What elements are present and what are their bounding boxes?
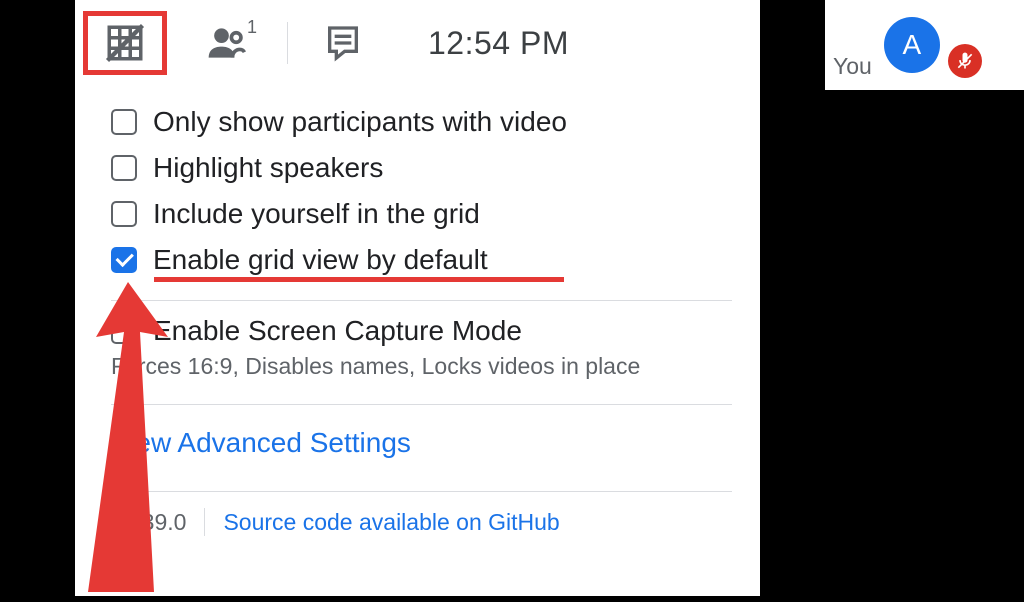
checkbox[interactable]	[111, 155, 137, 181]
participant-count: 1	[247, 17, 257, 38]
option-label: Enable Screen Capture Mode	[153, 315, 522, 347]
settings-panel: 1 12:54 PM Only show participants with v…	[75, 0, 760, 596]
annotation-underline	[154, 277, 564, 282]
option-enable-grid-default[interactable]: Enable grid view by default	[111, 244, 732, 276]
divider	[111, 300, 732, 301]
option-label: Enable grid view by default	[153, 244, 488, 276]
you-label: You	[833, 53, 872, 80]
chat-icon[interactable]	[316, 11, 370, 75]
topbar: 1 12:54 PM	[75, 0, 760, 86]
option-label: Only show participants with video	[153, 106, 567, 138]
option-screen-capture[interactable]: Enable Screen Capture Mode	[111, 315, 732, 347]
checkbox-checked[interactable]	[111, 247, 137, 273]
footer-divider	[204, 508, 205, 536]
divider	[111, 491, 732, 492]
option-label: Include yourself in the grid	[153, 198, 480, 230]
self-video-tile: You A	[825, 0, 1024, 90]
mic-muted-icon[interactable]	[948, 44, 982, 78]
advanced-settings-link[interactable]: View Advanced Settings	[111, 427, 411, 459]
people-icon[interactable]: 1	[195, 11, 259, 75]
grid-view-toggle-icon[interactable]	[83, 11, 167, 75]
clock-time: 12:54 PM	[428, 25, 569, 62]
footer: v1.39.0 Source code available on GitHub	[111, 506, 732, 536]
avatar-letter: A	[902, 29, 921, 61]
source-code-link[interactable]: Source code available on GitHub	[223, 509, 559, 536]
topbar-divider	[287, 22, 288, 64]
option-include-self[interactable]: Include yourself in the grid	[111, 198, 732, 230]
divider	[111, 404, 732, 405]
checkbox[interactable]	[111, 109, 137, 135]
option-highlight-speakers[interactable]: Highlight speakers	[111, 152, 732, 184]
checkbox[interactable]	[111, 201, 137, 227]
version-label: v1.39.0	[111, 509, 186, 536]
checkbox[interactable]	[111, 318, 137, 344]
screen-capture-desc: Forces 16:9, Disables names, Locks video…	[111, 353, 732, 380]
avatar: A	[884, 17, 940, 73]
options-section: Only show participants with video Highli…	[75, 86, 760, 536]
option-only-video[interactable]: Only show participants with video	[111, 106, 732, 138]
option-label: Highlight speakers	[153, 152, 383, 184]
